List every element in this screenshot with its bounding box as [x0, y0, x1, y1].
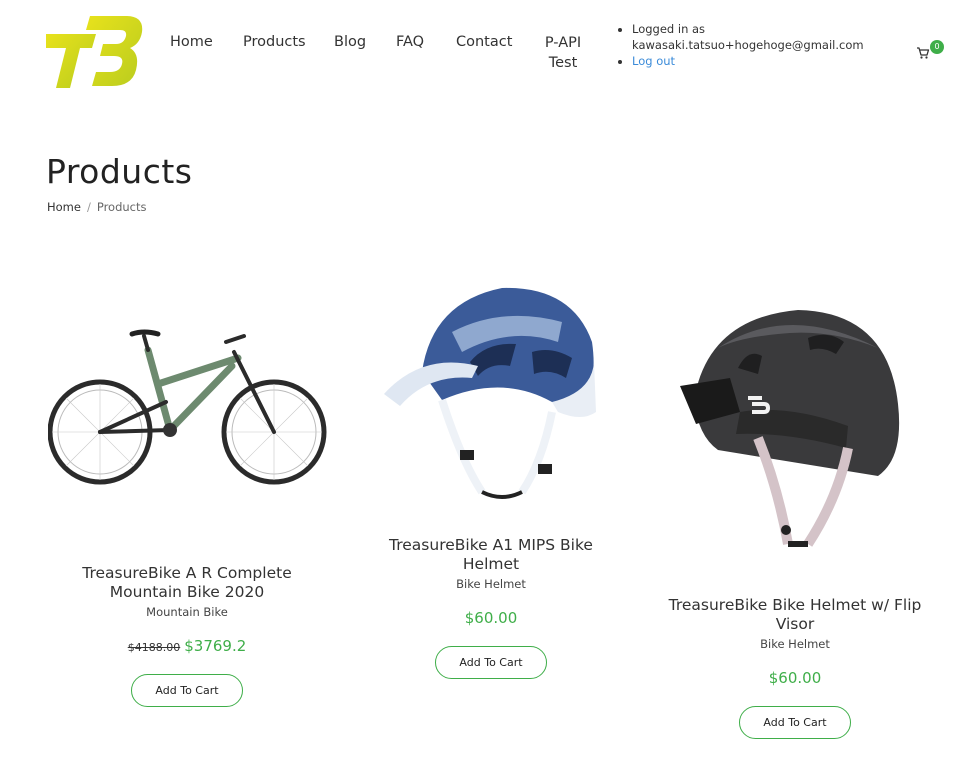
nav-contact[interactable]: Contact [456, 34, 512, 50]
breadcrumb-home[interactable]: Home [47, 200, 81, 214]
price-row: $60.00 [660, 669, 930, 687]
logged-in-item: Logged in as kawasaki.tatsuo+hogehoge@gm… [632, 21, 864, 53]
price: $60.00 [768, 669, 822, 687]
add-to-cart-button[interactable]: Add To Cart [739, 706, 851, 739]
product-card-a1-mips-helmet: TreasureBike A1 MIPS Bike Helmet Bike He… [366, 536, 616, 679]
shopping-cart-icon [917, 47, 930, 59]
nav-faq[interactable]: FAQ [396, 34, 424, 50]
logout-link[interactable]: Log out [632, 54, 675, 68]
breadcrumb-current: Products [96, 200, 147, 214]
breadcrumb-separator: / [86, 200, 91, 214]
nav-blog[interactable]: Blog [334, 34, 366, 50]
product-category: Bike Helmet [456, 577, 526, 591]
mountain-bike-image[interactable] [48, 322, 328, 492]
price: $60.00 [464, 609, 518, 627]
old-price: $4188.00 [127, 641, 181, 654]
product-name[interactable]: TreasureBike Bike Helmet w/ Flip Visor [660, 596, 930, 634]
page-title: Products [46, 152, 193, 191]
blue-helmet-image[interactable] [382, 282, 598, 506]
product-card-flip-visor-helmet: TreasureBike Bike Helmet w/ Flip Visor B… [660, 596, 930, 739]
add-to-cart-button[interactable]: Add To Cart [435, 646, 547, 679]
cart-count-badge: 0 [930, 40, 944, 54]
black-helmet-image[interactable] [678, 308, 904, 560]
sale-price: $3769.2 [184, 637, 247, 655]
site-header: Home Products Blog FAQ Contact P-API Tes… [0, 0, 973, 110]
account-info: Logged in as kawasaki.tatsuo+hogehoge@gm… [614, 21, 864, 69]
nav-p-api-test[interactable]: P-API Test [533, 33, 593, 73]
add-to-cart-button[interactable]: Add To Cart [131, 674, 243, 707]
product-name[interactable]: TreasureBike A R Complete Mountain Bike … [62, 564, 312, 602]
product-category: Bike Helmet [760, 637, 830, 651]
logged-in-label: Logged in as [632, 22, 706, 36]
treasurebike-logo[interactable] [46, 14, 144, 92]
logout-item: Log out [632, 53, 864, 69]
product-card-mountain-bike: TreasureBike A R Complete Mountain Bike … [62, 564, 312, 707]
price-row: $60.00 [366, 609, 616, 627]
product-category: Mountain Bike [146, 605, 228, 619]
price-row: $4188.00 $3769.2 [62, 637, 312, 655]
user-email: kawasaki.tatsuo+hogehoge@gmail.com [632, 38, 864, 52]
product-name[interactable]: TreasureBike A1 MIPS Bike Helmet [366, 536, 616, 574]
nav-products[interactable]: Products [243, 34, 306, 50]
nav-home[interactable]: Home [170, 34, 213, 50]
breadcrumb: Home / Products [47, 200, 147, 214]
cart-button[interactable]: 0 [916, 40, 946, 64]
